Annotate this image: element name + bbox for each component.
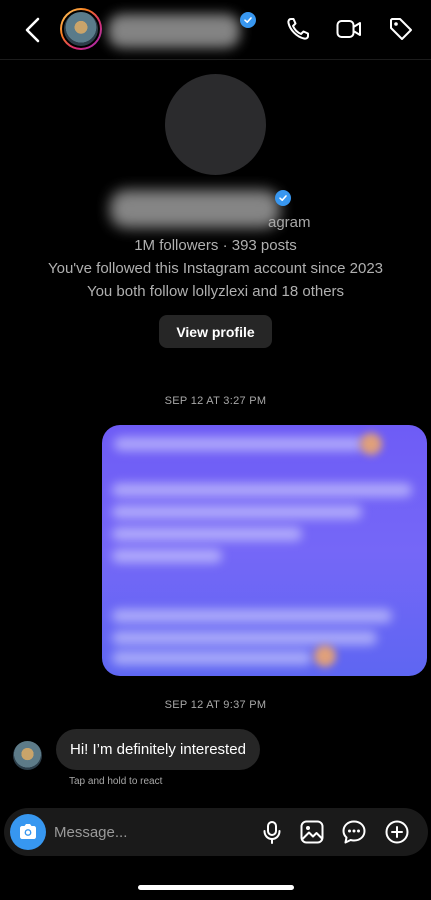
shared-message-redacted[interactable] [102, 425, 427, 676]
camera-button[interactable] [10, 814, 46, 850]
contact-name-redacted[interactable] [108, 14, 240, 48]
followed-since: You've followed this Instagram account s… [47, 260, 384, 277]
video-icon[interactable] [335, 15, 363, 43]
incoming-message[interactable]: Hi! I’m definitely interested [56, 729, 260, 770]
plus-icon[interactable] [384, 819, 410, 845]
contact-avatar[interactable] [60, 8, 102, 50]
chevron-left-icon[interactable] [22, 16, 46, 44]
gallery-icon[interactable] [299, 819, 325, 845]
profile-avatar[interactable] [165, 74, 266, 175]
verified-badge-icon [240, 12, 256, 28]
home-indicator[interactable] [138, 885, 294, 890]
view-profile-button[interactable]: View profile [159, 315, 272, 348]
tag-icon[interactable] [387, 15, 415, 43]
react-hint: Tap and hold to react [69, 776, 163, 787]
verified-badge-icon [275, 190, 291, 206]
profile-name-redacted [110, 190, 280, 228]
profile-name-suffix: agram [268, 214, 311, 231]
microphone-icon[interactable] [259, 819, 285, 845]
sticker-icon[interactable] [341, 819, 367, 845]
followers-count: 1M followers · 393 posts [134, 237, 297, 254]
camera-icon [20, 824, 36, 839]
sender-avatar[interactable] [13, 741, 42, 770]
message-timestamp: SEP 12 AT 3:27 PM [164, 395, 267, 407]
phone-icon[interactable] [284, 15, 312, 43]
mutual-followers: You both follow lollyzlexi and 18 others [86, 283, 345, 300]
message-composer [4, 808, 428, 856]
message-timestamp: SEP 12 AT 9:37 PM [164, 699, 267, 711]
message-input[interactable] [54, 820, 244, 844]
chat-header [0, 0, 431, 60]
